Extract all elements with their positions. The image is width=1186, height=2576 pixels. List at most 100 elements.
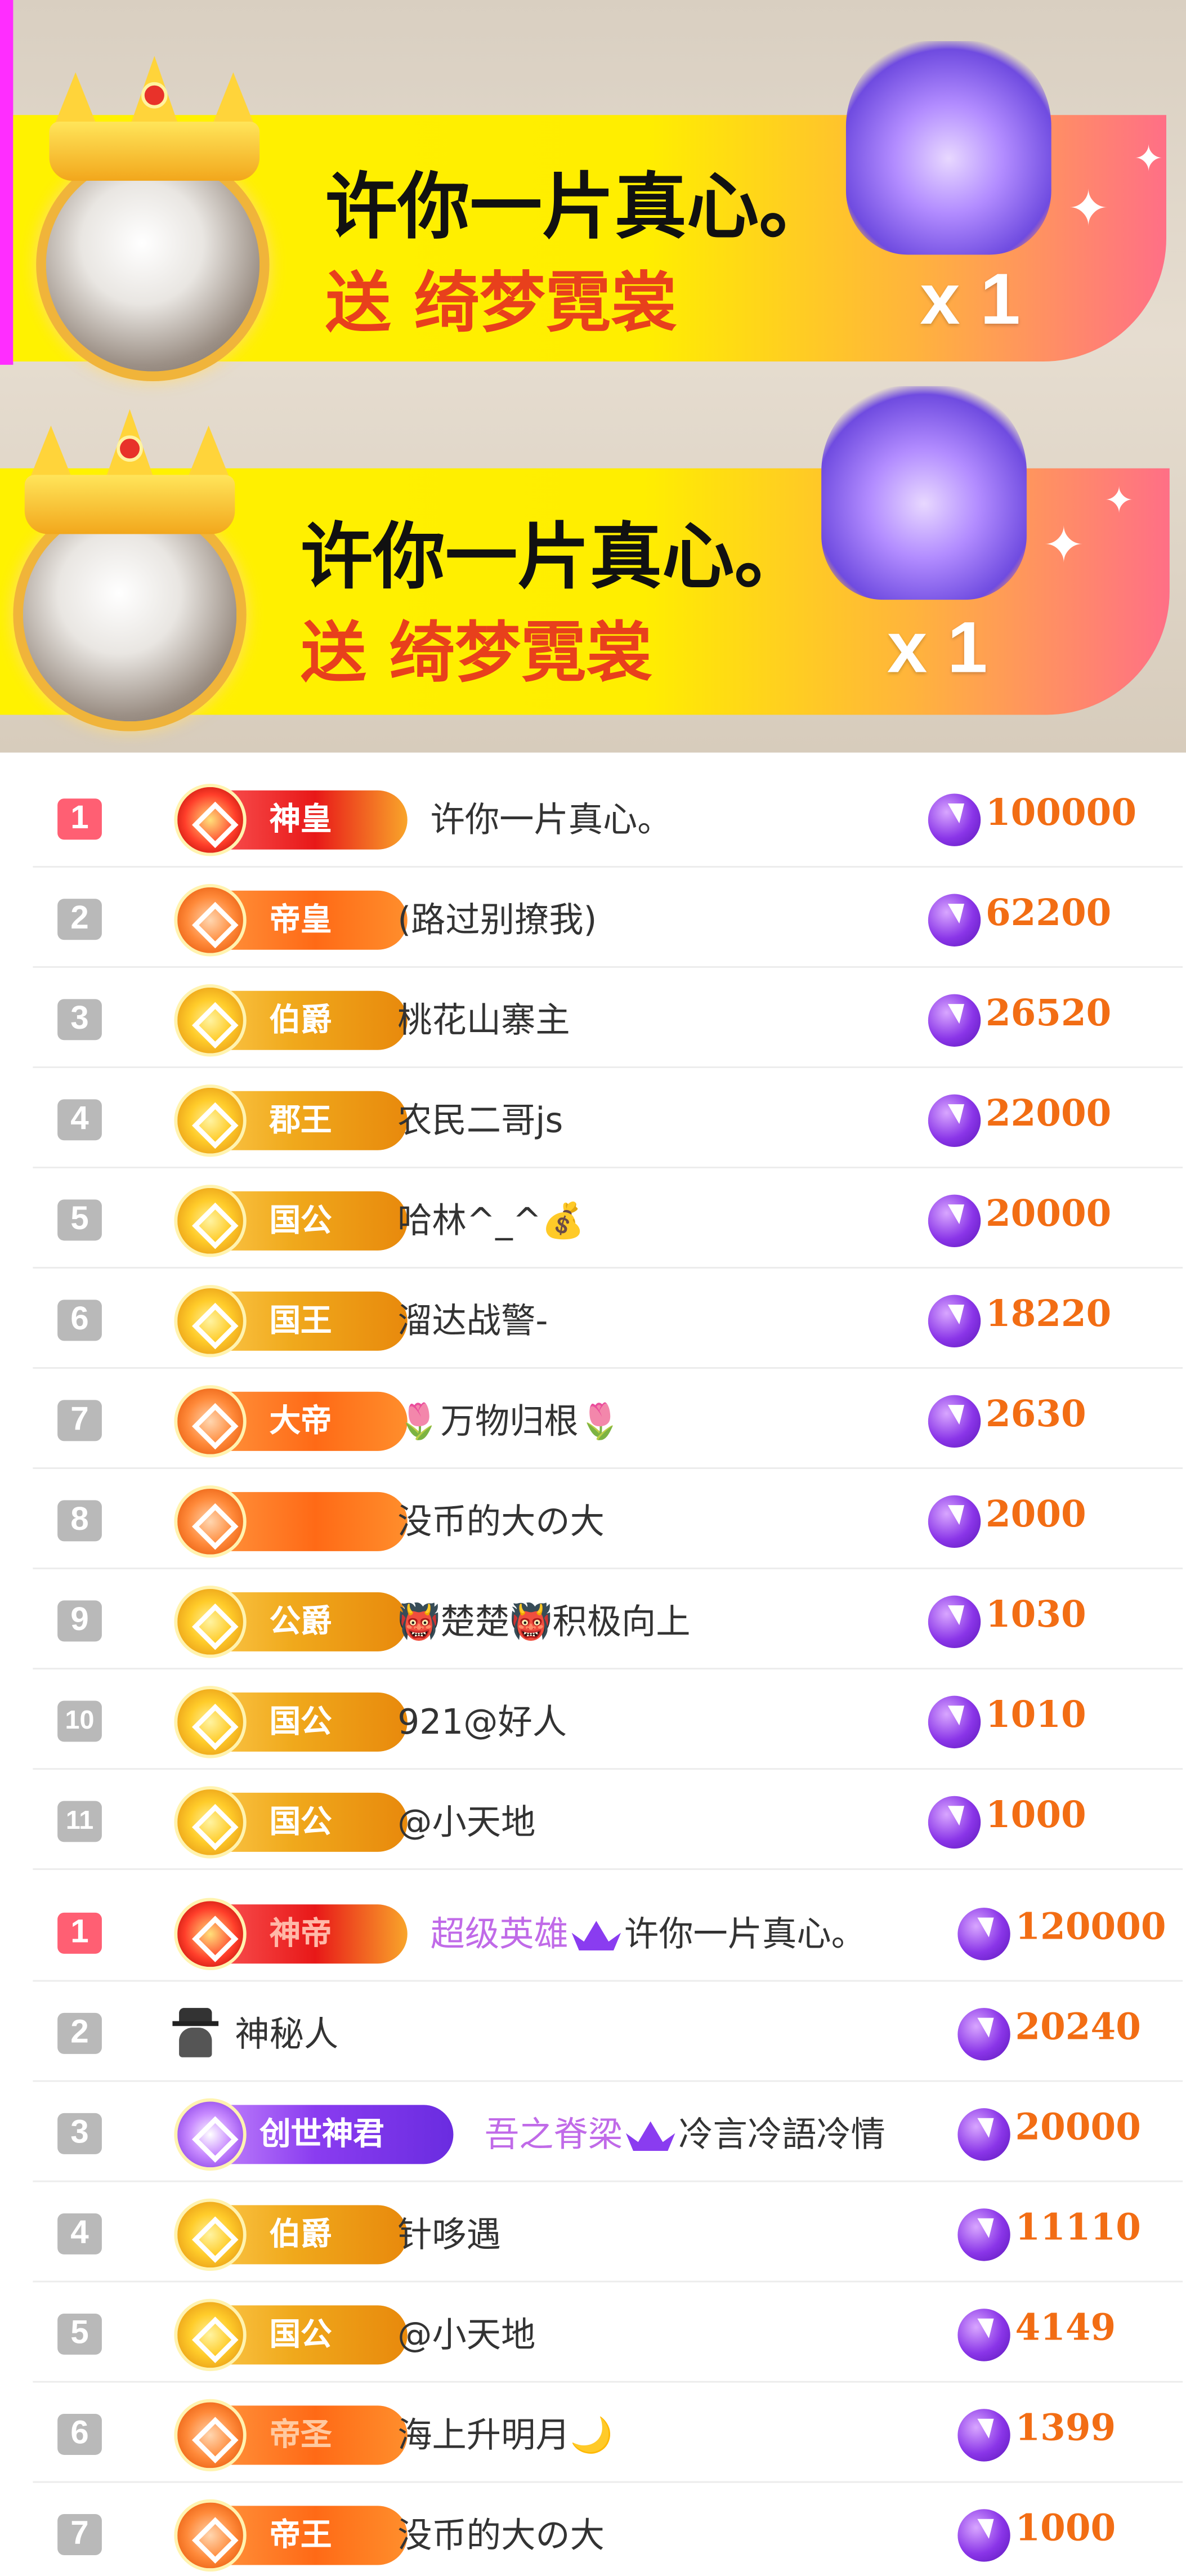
user-name: 海上升明月🌙 — [397, 2415, 613, 2455]
gift-banner: 许你一片真心。 送 绮梦霓裳 x 1 ✦ ✦ — [0, 0, 1186, 382]
sparkle-icon: ✦ — [1104, 481, 1134, 523]
lightning-coin-icon — [928, 793, 981, 846]
lightning-coin-icon — [957, 2509, 1010, 2562]
banner-gift-count: x 1 — [887, 608, 988, 689]
vip-title: 吾之脊梁 — [484, 2114, 623, 2154]
crown-icon — [49, 56, 260, 181]
contribution-score: 26520 — [985, 992, 1112, 1035]
contribution-score: 1399 — [1015, 2407, 1116, 2450]
level-badge: 神帝 — [174, 1898, 408, 1971]
contribution-score: 11110 — [1015, 2207, 1141, 2250]
level-badge — [174, 1485, 408, 1558]
list-item[interactable]: 3 创世神君 吾之脊梁 冷言冷語冷情 20000 — [33, 2082, 1183, 2182]
level-icon — [174, 784, 247, 856]
level-icon — [174, 1786, 247, 1859]
list-item[interactable]: 6 国王 溜达战警- 18220 — [33, 1269, 1183, 1369]
level-badge: 国王 — [174, 1285, 408, 1358]
level-icon — [174, 1185, 247, 1257]
level-badge: 国公 — [174, 1185, 408, 1257]
list-item[interactable]: 2 帝皇 (路过别撩我) 62200 — [33, 868, 1183, 968]
rank-number: 7 — [57, 2514, 102, 2555]
level-icon — [174, 1686, 247, 1758]
level-badge-label: 公爵 — [269, 1604, 332, 1640]
rank-number: 4 — [57, 2213, 102, 2254]
level-badge-label: 国公 — [269, 1704, 332, 1740]
level-icon — [174, 2499, 247, 2572]
contribution-score: 1000 — [985, 1794, 1086, 1837]
contribution-score: 1030 — [985, 1593, 1086, 1637]
gift-banner: 许你一片真心。 送 绮梦霓裳 x 1 ✦ ✦ — [0, 386, 1186, 731]
level-badge: 国公 — [174, 1786, 408, 1859]
level-badge-label: 神帝 — [269, 1916, 332, 1952]
list-item[interactable]: 2 神秘人 20240 — [33, 1981, 1183, 2082]
vip-title: 超级英雄 — [430, 1914, 569, 1954]
live-room-gift-panel: 许你一片真心。 送 绮梦霓裳 x 1 ✦ ✦ 许你一片真心。 送 绮梦霓裳 x … — [0, 0, 1186, 2576]
user-name: 吾之脊梁 冷言冷語冷情 — [485, 2108, 885, 2158]
level-badge-label: 伯爵 — [269, 2216, 332, 2253]
list-item[interactable]: 4 伯爵 针哆遇 11110 — [33, 2182, 1183, 2283]
level-badge-label: 大帝 — [269, 1403, 332, 1440]
list-item[interactable]: 7 大帝 🌷万物归根🌷 2630 — [33, 1369, 1183, 1469]
list-item[interactable]: 11 国公 @小天地 1000 — [33, 1770, 1183, 1870]
list-item[interactable]: 10 国公 921@好人 1010 — [33, 1669, 1183, 1770]
gift-dress-icon — [845, 41, 1051, 255]
lightning-coin-icon — [928, 1595, 981, 1649]
rank-number: 1 — [57, 798, 102, 840]
user-name: 桃花山寨主 — [397, 1001, 570, 1041]
lightning-coin-icon — [957, 2208, 1010, 2261]
mystery-person-icon — [172, 2008, 219, 2057]
sparkle-icon: ✦ — [1067, 181, 1109, 239]
level-badge: 帝圣 — [174, 2399, 408, 2472]
list-item[interactable]: 5 国公 哈林^_^💰 20000 — [33, 1168, 1183, 1269]
list-item[interactable]: 1 神帝 超级英雄 许你一片真心。 120000 — [33, 1881, 1183, 1982]
rank-number: 6 — [57, 1300, 102, 1341]
list-item[interactable]: 3 伯爵 桃花山寨主 26520 — [33, 968, 1183, 1068]
level-badge-label: 伯爵 — [269, 1002, 332, 1039]
list-item[interactable]: 9 公爵 👹楚楚👹积极向上 1030 — [33, 1569, 1183, 1669]
contribution-score: 2000 — [985, 1493, 1086, 1537]
banner-edge — [0, 0, 14, 365]
level-badge: 帝皇 — [174, 884, 408, 957]
contribution-score: 4149 — [1015, 2307, 1116, 2350]
user-name: (路过别撩我) — [397, 900, 597, 940]
contribution-score: 18220 — [985, 1293, 1112, 1336]
level-badge: 创世神君 — [174, 2098, 454, 2171]
user-name: @小天地 — [397, 2315, 536, 2355]
contribution-score: 20000 — [985, 1193, 1112, 1236]
level-icon — [174, 2098, 247, 2171]
lightning-coin-icon — [928, 1294, 981, 1348]
list-item[interactable]: 4 郡王 农民二哥js 22000 — [33, 1068, 1183, 1168]
level-badge-label: 郡王 — [269, 1102, 332, 1139]
sender-avatar[interactable] — [36, 148, 270, 382]
lightning-coin-icon — [928, 994, 981, 1047]
user-name: 针哆遇 — [397, 2215, 502, 2254]
contribution-score: 120000 — [1015, 1906, 1166, 1949]
contribution-score: 22000 — [985, 1092, 1112, 1136]
lightning-coin-icon — [928, 1094, 981, 1147]
contribution-score: 1010 — [985, 1694, 1086, 1737]
list-item[interactable]: 1 神皇 许你一片真心。 100000 — [33, 767, 1183, 868]
level-badge-label: 帝王 — [269, 2517, 332, 2554]
rank-number: 9 — [57, 1600, 102, 1642]
lightning-coin-icon — [957, 2309, 1010, 2361]
list-item[interactable]: 6 帝圣 海上升明月🌙 1399 — [33, 2383, 1183, 2483]
list-item[interactable]: 7 帝王 没币的大の大 1000 — [33, 2483, 1183, 2576]
user-name: 没币的大の大 — [397, 1502, 605, 1542]
level-badge-label: 帝皇 — [269, 902, 332, 939]
sparkle-icon: ✦ — [1043, 517, 1085, 575]
list-item[interactable]: 5 国公 @小天地 4149 — [33, 2283, 1183, 2383]
rank-number: 3 — [57, 2113, 102, 2154]
rank-number: 10 — [57, 1700, 102, 1742]
rank-number: 8 — [57, 1500, 102, 1542]
lightning-coin-icon — [928, 894, 981, 947]
level-icon — [174, 2198, 247, 2271]
level-badge: 帝王 — [174, 2499, 408, 2572]
list-item[interactable]: 8 没币的大の大 2000 — [33, 1469, 1183, 1569]
level-badge: 郡王 — [174, 1084, 408, 1157]
user-name: 超级英雄 许你一片真心。 — [431, 1908, 866, 1957]
user-name: 哈林^_^💰 — [397, 1201, 585, 1241]
user-name: 神秘人 — [235, 2014, 339, 2054]
level-icon — [174, 1898, 247, 1971]
rank-number: 3 — [57, 999, 102, 1041]
contribution-score: 20240 — [1015, 2006, 1141, 2050]
